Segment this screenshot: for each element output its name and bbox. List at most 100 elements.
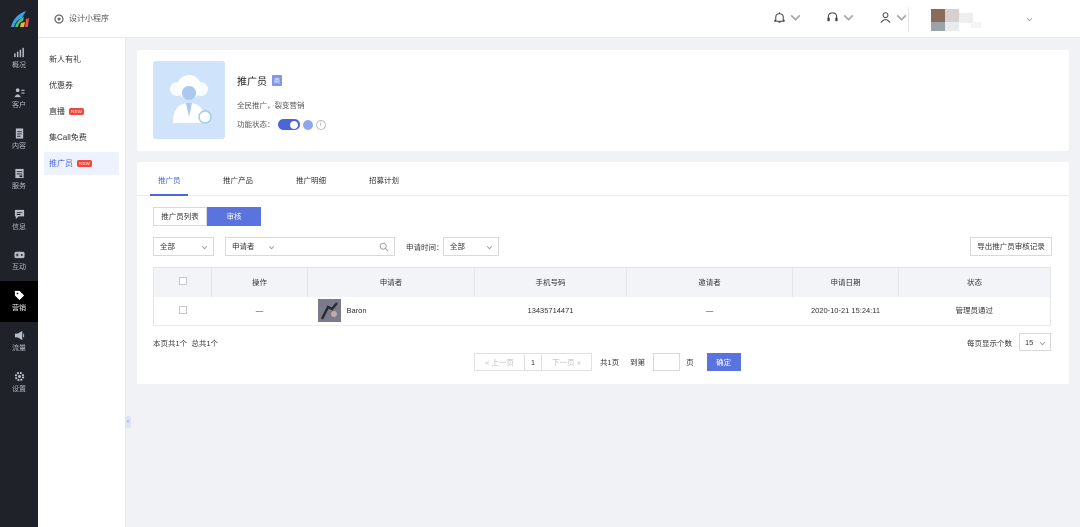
per-page-value: 15 <box>1025 337 1034 347</box>
status-cell: 管理员通过 <box>898 296 1051 326</box>
subnav-item-newcomer-gift[interactable]: 新人有礼 <box>44 48 119 71</box>
applicant-avatar <box>317 299 341 323</box>
search-icon[interactable] <box>379 242 389 252</box>
tab-promoted-products[interactable]: 推广产品 <box>223 175 253 186</box>
mini-program-icon <box>54 13 64 24</box>
column-header: 手机号码 <box>474 267 627 297</box>
goto-label: 到第 <box>630 357 646 367</box>
nav-item-customers[interactable]: 客户 <box>0 79 38 120</box>
subnav-item-group-call[interactable]: 集Call免费 <box>44 126 119 149</box>
nav-item-interaction[interactable]: 互动 <box>0 241 38 282</box>
feature-description: 全民推广，裂变营销 <box>237 101 305 110</box>
app-switcher[interactable]: 设计小程序 <box>54 13 109 24</box>
nav-label: 营销 <box>12 304 26 312</box>
search-input[interactable] <box>280 237 395 256</box>
operation-cell: — <box>211 296 308 326</box>
next-page-button[interactable]: 下一页 » <box>541 353 592 371</box>
main-nav: 概况 客户 内容 服务 信息 互动 营销 流量 设置 <box>0 0 38 527</box>
new-badge: NEW <box>77 159 93 167</box>
link-icon[interactable] <box>302 119 313 130</box>
tag-icon <box>14 290 24 300</box>
app-title: 设计小程序 <box>69 14 109 23</box>
page-summary: 本页共1个 总共1个 <box>153 339 219 348</box>
nav-label: 流量 <box>12 345 26 353</box>
nav-item-content[interactable]: 内容 <box>0 119 38 160</box>
subnav-label: 新人有礼 <box>49 54 81 64</box>
chevron-down-icon <box>1039 342 1046 346</box>
page-number-button[interactable]: 1 <box>524 353 542 371</box>
megaphone-icon <box>14 331 24 341</box>
nav-item-settings[interactable]: 设置 <box>0 362 38 403</box>
nav-label: 服务 <box>12 183 26 191</box>
feature-status-label: 功能状态： <box>237 120 275 129</box>
chevron-down-icon <box>268 246 275 250</box>
subnav-item-live[interactable]: 直播 NEW <box>44 100 119 123</box>
app-logo[interactable] <box>0 0 38 38</box>
info-icon[interactable]: i <box>315 119 326 130</box>
scope-select[interactable]: 全部 <box>153 237 214 256</box>
prev-page-button[interactable]: « 上一页 <box>474 353 525 371</box>
nav-label: 内容 <box>12 142 26 150</box>
gear-icon <box>14 371 24 381</box>
nav-label: 设置 <box>12 385 26 393</box>
nav-item-overview[interactable]: 概况 <box>0 38 38 79</box>
column-header: 申请者 <box>307 267 475 297</box>
tab-bar: 推广员 推广产品 推广明细 招募计划 <box>137 162 1069 196</box>
phone-cell: 13435714471 <box>474 296 627 326</box>
subnav-label: 优惠券 <box>49 80 73 90</box>
table-header-row: 操作 申请者 手机号码 邀请者 申请日期 状态 <box>153 267 1051 297</box>
header-divider <box>908 7 909 32</box>
collapse-sidebar-handle[interactable]: ‹ <box>125 416 131 428</box>
nav-item-traffic[interactable]: 流量 <box>0 322 38 363</box>
row-checkbox[interactable] <box>178 305 187 314</box>
column-header: 状态 <box>898 267 1051 297</box>
search-field-value: 申请者 <box>232 242 255 251</box>
tab-recruitment-plan[interactable]: 招募计划 <box>369 175 399 186</box>
nav-item-marketing[interactable]: 营销 <box>0 281 38 322</box>
subnav-item-promoter[interactable]: 推广员 NEW <box>44 152 119 175</box>
nav-label: 概况 <box>12 61 26 69</box>
promoter-list-button[interactable]: 推广员列表 <box>153 207 207 226</box>
top-header: 设计小程序 <box>38 0 1080 38</box>
nav-label: 互动 <box>12 264 26 272</box>
feature-info-card: 推广员 商 全民推广，裂变营销 功能状态： i <box>137 50 1069 151</box>
user-icon <box>880 12 891 23</box>
search-field-select[interactable]: 申请者 <box>225 237 281 256</box>
applicant-name: Baron <box>346 306 367 316</box>
support-button[interactable] <box>826 11 855 24</box>
promoter-list-card: 推广员 推广产品 推广明细 招募计划 推广员列表 审核 全部 申请者 申请时间：… <box>137 162 1069 384</box>
promoter-illustration <box>153 61 225 139</box>
nav-item-service[interactable]: 服务 <box>0 160 38 201</box>
headset-icon <box>827 12 838 22</box>
select-all-checkbox[interactable] <box>178 277 187 286</box>
customers-icon <box>13 88 25 98</box>
account-button[interactable] <box>879 11 908 24</box>
shop-tag: 商 <box>272 75 283 86</box>
chevron-down-icon[interactable] <box>1026 16 1033 23</box>
goto-confirm-button[interactable]: 确定 <box>706 353 741 371</box>
table-row: — Baron 13435714471 — 2020-10-21 15:24:1… <box>153 296 1051 326</box>
select-all-cell <box>153 267 212 297</box>
tab-promotion-details[interactable]: 推广明细 <box>296 175 326 186</box>
chart-icon <box>13 47 24 57</box>
apply-time-select[interactable]: 全部 <box>443 237 499 256</box>
service-icon <box>14 169 24 179</box>
goto-page-input[interactable] <box>653 353 681 371</box>
row-select-cell <box>153 296 212 326</box>
subnav-item-coupon[interactable]: 优惠券 <box>44 74 119 97</box>
tab-promoter[interactable]: 推广员 <box>158 175 181 186</box>
chevron-down-icon <box>486 246 493 250</box>
notifications-button[interactable] <box>773 11 802 24</box>
subnav-label: 直播 <box>49 106 65 116</box>
nav-item-message[interactable]: 信息 <box>0 200 38 241</box>
new-badge: NEW <box>69 107 85 115</box>
export-review-records-button[interactable]: 导出推广员审核记录 <box>970 237 1052 256</box>
message-icon <box>14 209 24 219</box>
applicant-cell: Baron <box>307 296 475 326</box>
chevron-down-icon <box>843 14 854 21</box>
per-page-select[interactable]: 15 <box>1019 333 1051 351</box>
review-button[interactable]: 审核 <box>207 207 261 226</box>
store-avatar[interactable] <box>931 9 981 31</box>
total-pages-label: 共1页 <box>600 357 620 367</box>
feature-toggle[interactable] <box>277 119 300 130</box>
